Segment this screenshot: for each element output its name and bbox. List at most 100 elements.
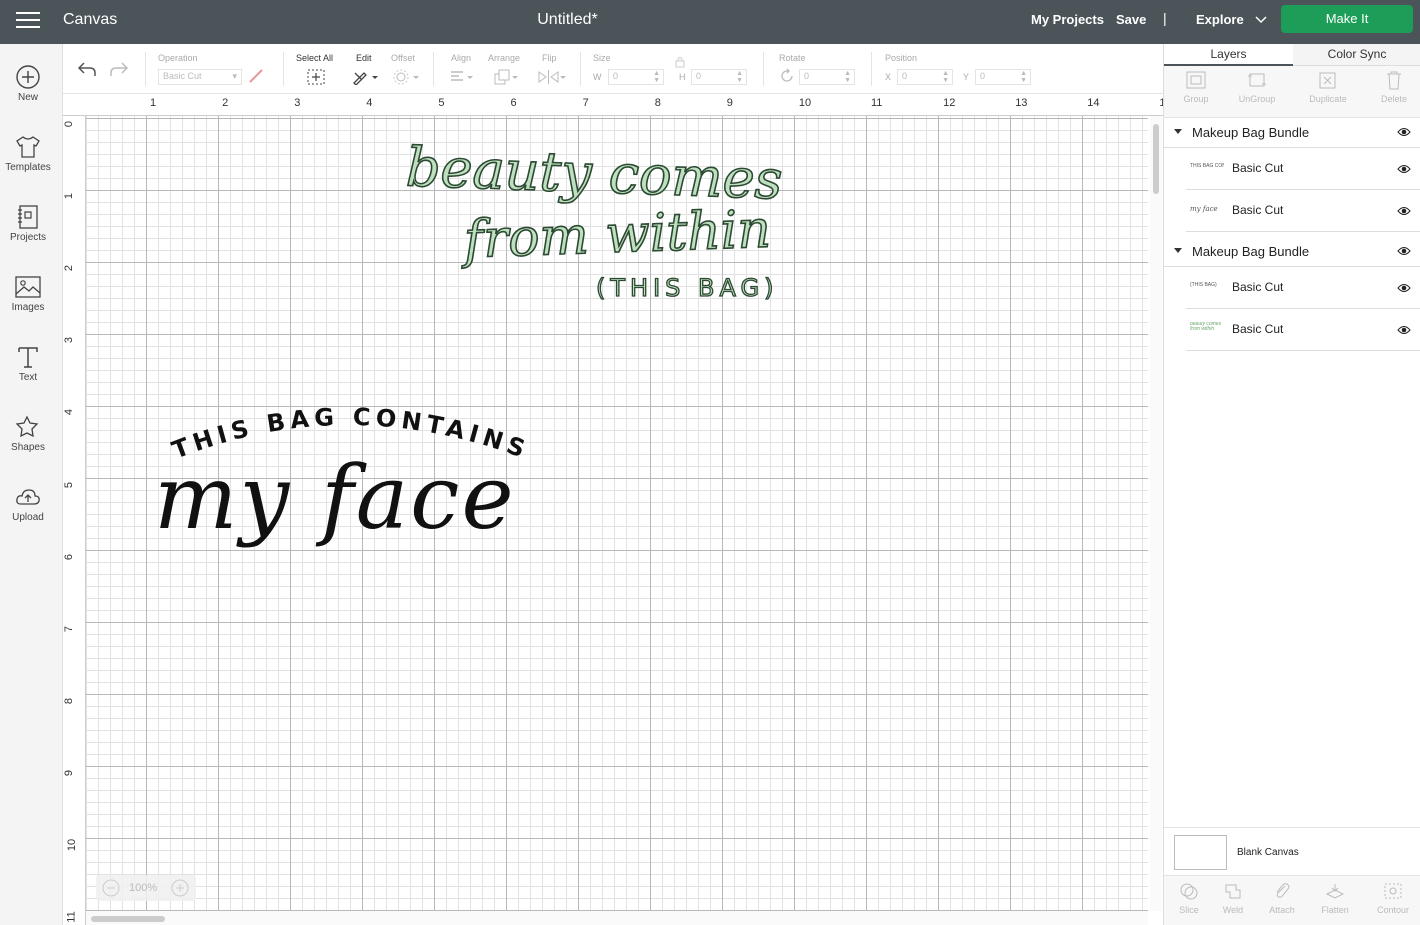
select-all-icon[interactable] [307,69,325,85]
design-this-bag[interactable]: (THIS BAG) [595,273,778,302]
nav-projects[interactable]: Projects [0,198,56,260]
eye-icon[interactable] [1397,283,1411,293]
x-input[interactable]: 0 ▲ ▼ [897,69,953,85]
ungroup-icon [1248,73,1266,87]
undo-icon[interactable] [77,60,97,78]
contour-icon [1384,883,1402,899]
ruler-tick-label: 8 [63,697,76,704]
align-icon[interactable] [449,69,477,85]
duplicate-button[interactable]: Duplicate [1296,70,1360,104]
slice-icon [1180,883,1198,900]
contour-button[interactable]: Contour [1368,882,1418,915]
pen-color-icon[interactable] [248,68,264,84]
horizontal-scrollbar[interactable] [86,911,1148,925]
tab-layers[interactable]: Layers [1164,44,1293,66]
design-my-face[interactable]: my face [154,446,516,549]
stepper-icon: ▲ ▼ [736,70,743,84]
duplicate-label: Duplicate [1309,94,1347,104]
stepper-icon: ▲ ▼ [653,70,660,84]
layer-row[interactable]: beauty comes from within Basic Cut [1186,309,1420,351]
stepper-icon: ▲ ▼ [942,70,949,84]
operation-value: Basic Cut [163,71,202,81]
vertical-scroll-thumb[interactable] [1153,124,1159,194]
operation-select[interactable]: Basic Cut ▾ [158,69,242,85]
horizontal-scroll-thumb[interactable] [91,916,165,922]
width-input[interactable]: 0 ▲ ▼ [608,69,664,85]
ruler-tick-label: 0 [63,120,76,128]
eye-icon[interactable] [1397,246,1411,256]
nav-templates[interactable]: Templates [0,128,56,190]
group-button[interactable]: Group [1164,70,1228,104]
cloud-upload-icon [16,489,40,505]
eye-icon[interactable] [1397,127,1411,137]
zoom-control: 100% [96,875,196,901]
flip-label: Flip [542,53,557,63]
delete-button[interactable]: Delete [1362,70,1420,104]
ruler-left: 0 1 2 3 4 5 6 7 8 9 10 11 [63,116,86,925]
eye-icon[interactable] [1397,206,1411,216]
explore-dropdown[interactable]: Explore [1196,12,1267,27]
edit-pencil-icon[interactable] [352,69,378,85]
nav-images[interactable]: Images [0,268,56,330]
position-label: Position [885,53,918,63]
edit-toolbar: Operation Basic Cut ▾ Select All Edit Of… [63,44,1163,94]
design-beauty-line2[interactable]: from within [462,199,772,271]
attach-button[interactable]: Attach [1257,882,1307,915]
stepper-icon: ▲ ▼ [1020,70,1027,84]
topbar-divider: | [1163,10,1167,26]
save-button[interactable]: Save [1116,12,1146,27]
eye-icon[interactable] [1397,325,1411,335]
layer-row[interactable]: my face Basic Cut [1186,190,1420,232]
zoom-in-icon[interactable] [171,879,189,897]
nav-label: New [17,92,38,103]
weld-button[interactable]: Weld [1208,882,1258,915]
layer-row[interactable]: (THIS BAG) Basic Cut [1186,267,1420,309]
layer-thumbnail: beauty comes from within [1190,322,1222,332]
eye-icon[interactable] [1397,164,1411,174]
my-projects-link[interactable]: My Projects [1031,12,1104,27]
y-input[interactable]: 0 ▲ ▼ [975,69,1031,85]
nav-new[interactable]: New [0,58,56,120]
layer-group[interactable]: Makeup Bag Bundle [1164,237,1420,267]
rotate-input[interactable]: 0 ▲ ▼ [799,69,855,85]
blank-canvas-row: Blank Canvas [1164,827,1420,875]
slice-label: Slice [1179,905,1199,915]
arrange-icon[interactable] [493,69,521,85]
document-title[interactable]: Untitled* [0,11,1135,29]
zoom-out-icon[interactable] [102,879,120,897]
ruler-tick-label: 4 [366,97,373,109]
redo-icon[interactable] [109,60,129,78]
ruler-tick-label: 5 [438,97,445,109]
tshirt-icon [16,136,40,158]
canvas-color-swatch[interactable] [1174,835,1227,870]
layer-thumbnail: my face [1190,205,1218,213]
collapse-caret-icon[interactable] [1174,129,1182,134]
nav-upload[interactable]: Upload [0,478,56,540]
nav-text[interactable]: Text [0,338,56,400]
design-beauty-line1[interactable]: beauty comes [404,135,784,213]
contour-label: Contour [1376,905,1410,915]
layer-name: Basic Cut [1232,203,1284,217]
vertical-scrollbar[interactable] [1150,116,1162,911]
collapse-caret-icon[interactable] [1174,248,1182,253]
ruler-tick-label: 10 [66,838,79,852]
slice-button[interactable]: Slice [1164,882,1214,915]
nav-shapes[interactable]: Shapes [0,408,56,470]
make-it-button[interactable]: Make It [1281,5,1413,33]
flip-icon[interactable] [536,69,566,85]
lock-icon[interactable] [674,56,686,68]
layer-thumbnail: (THIS BAG) [1190,282,1217,288]
ruler-tick-label: 11 [871,97,883,109]
flatten-button[interactable]: Flatten [1310,882,1360,915]
design-canvas[interactable]: beauty comes from within (THIS BAG) THIS… [86,116,1148,911]
left-sidebar: New Templates Projects Images Text Shape… [0,44,63,925]
rotate-icon[interactable] [779,68,795,84]
ruler-tick-label: 1 [63,193,76,200]
tab-color-sync[interactable]: Color Sync [1293,44,1420,66]
ungroup-button[interactable]: UnGroup [1225,70,1289,104]
offset-icon[interactable] [393,69,419,85]
layer-row[interactable]: THIS BAG CONTAINS Basic Cut [1186,148,1420,190]
offset-label: Offset [391,53,415,63]
layer-group[interactable]: Makeup Bag Bundle [1164,118,1420,148]
height-input[interactable]: 0 ▲ ▼ [691,69,747,85]
